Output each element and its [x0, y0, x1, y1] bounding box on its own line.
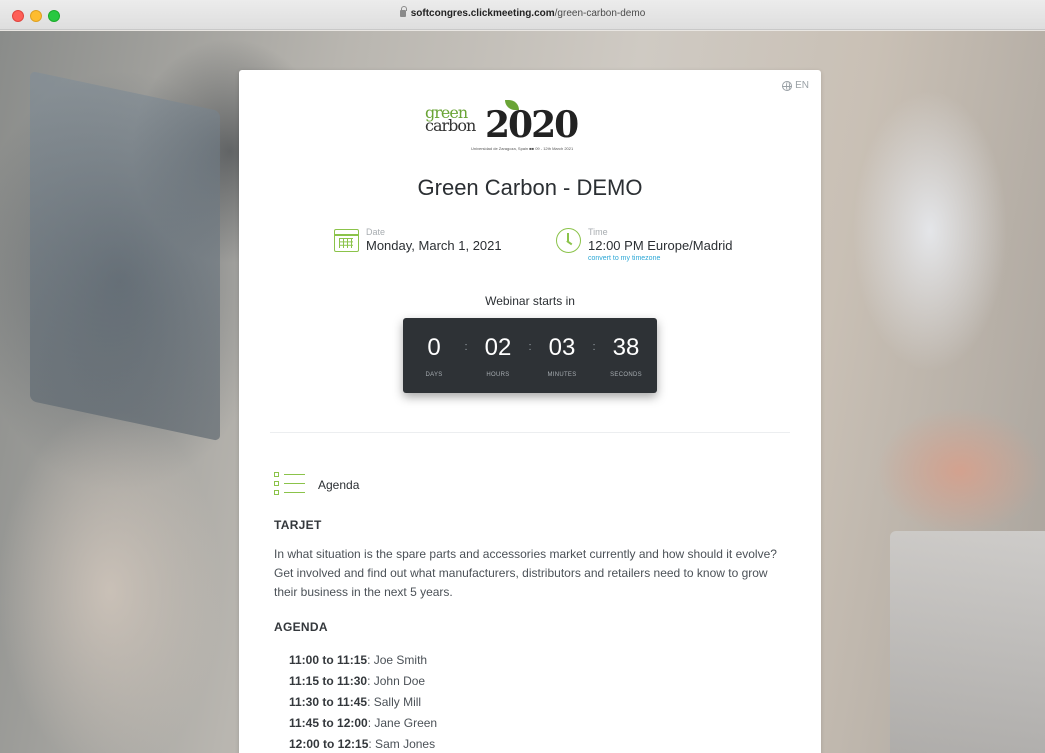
url-path: /green-carbon-demo — [554, 8, 646, 19]
countdown-days: 0 DAYS — [425, 334, 443, 378]
section-title-tarjet: TARJET — [274, 518, 322, 532]
countdown-separator: : — [592, 341, 596, 353]
language-switcher[interactable]: EN — [782, 80, 809, 91]
webinar-starts-label: Webinar starts in — [485, 294, 575, 308]
calendar-icon — [334, 229, 359, 252]
clock-icon — [556, 228, 581, 253]
logo-year: 2020 — [485, 104, 579, 146]
address-bar[interactable]: softcongres.clickmeeting.com/green-carbo… — [0, 6, 1045, 19]
agenda-label: Agenda — [318, 477, 360, 492]
section-title-agenda: AGENDA — [274, 620, 328, 634]
list-icon — [274, 472, 306, 497]
date-label: Date — [366, 227, 386, 237]
language-label: EN — [795, 80, 809, 91]
section-divider — [270, 432, 790, 433]
agenda-list: 11:00 to 11:15: Joe Smith 11:15 to 11:30… — [289, 650, 437, 753]
countdown-hours: 02 HOURS — [484, 334, 512, 378]
list-item: 11:45 to 12:00: Jane Green — [289, 716, 438, 730]
countdown-separator: : — [464, 341, 468, 353]
list-item: 11:15 to 11:30: John Doe — [289, 674, 426, 688]
date-value: Monday, March 1, 2021 — [366, 238, 502, 253]
background-laptop-right — [890, 531, 1045, 753]
window-titlebar: softcongres.clickmeeting.com/green-carbo… — [0, 0, 1045, 30]
logo-wordmark: green carbon — [425, 103, 476, 135]
event-card: EN green carbon 2020 Universidad de Zara… — [239, 70, 821, 753]
event-logo: green carbon 2020 Universidad de Zaragoz… — [425, 100, 621, 156]
list-item: 12:00 to 12:15: Sam Jones — [289, 737, 436, 751]
countdown-timer: 0 DAYS : 02 HOURS : 03 MINUTES : 38 SECO… — [403, 318, 657, 393]
list-item: 11:00 to 11:15: Joe Smith — [289, 653, 428, 667]
countdown-separator: : — [528, 341, 532, 353]
list-item: 11:30 to 11:45: Sally Mill — [289, 695, 422, 709]
time-label: Time — [588, 227, 608, 237]
agenda-description: In what situation is the spare parts and… — [274, 547, 777, 599]
globe-icon — [782, 80, 793, 91]
agenda-header: Agenda — [274, 472, 359, 497]
countdown-seconds: 38 SECONDS — [610, 334, 642, 378]
background-laptop — [30, 70, 220, 442]
url-host: softcongres.clickmeeting.com — [410, 8, 555, 19]
page-title: Green Carbon - DEMO — [417, 175, 643, 200]
event-time: Time 12:00 PM Europe/Madrid convert to m… — [556, 227, 733, 264]
convert-timezone-link[interactable]: convert to my timezone — [588, 254, 733, 264]
time-value: 12:00 PM Europe/Madrid — [588, 238, 733, 253]
logo-tagline: Universidad de Zaragoza, Spain ■■ 09 - 1… — [471, 146, 574, 151]
event-date: Date Monday, March 1, 2021 — [334, 227, 502, 254]
lock-icon — [399, 6, 407, 17]
countdown-minutes: 03 MINUTES — [547, 334, 577, 378]
